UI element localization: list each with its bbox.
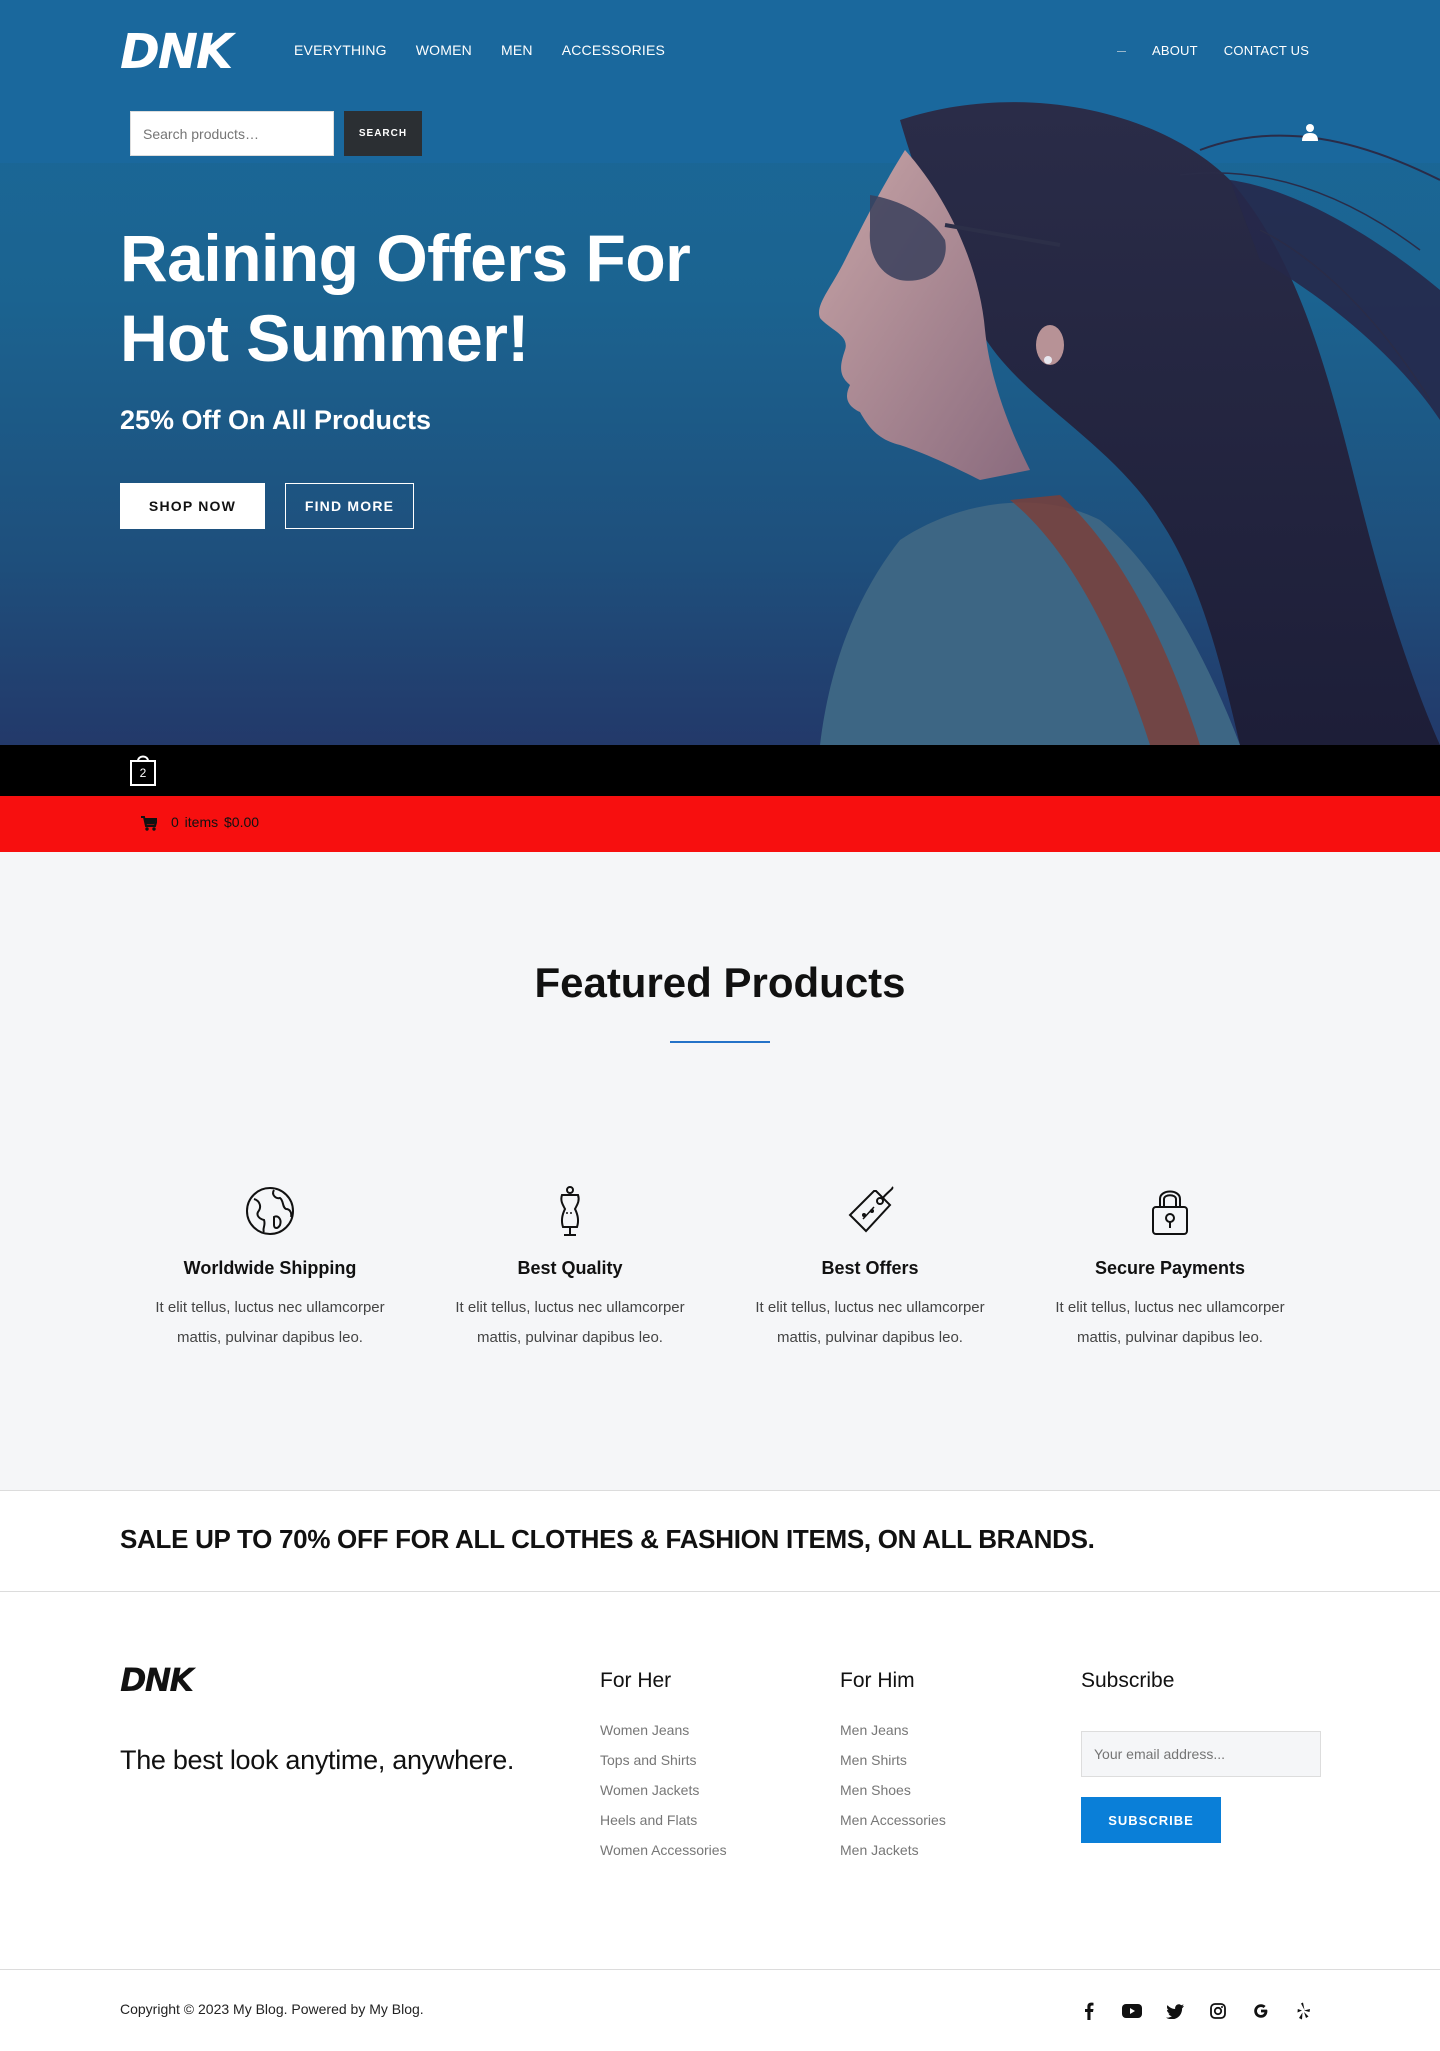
feature-text: It elit tellus, luctus nec ullamcorper m… [1055,1299,1285,1346]
cart-icon[interactable] [141,816,157,831]
footer-link[interactable]: Men Jackets [840,1835,946,1865]
shop-now-button[interactable]: SHOP NOW [120,483,265,529]
feature-title: Secure Payments [1094,1258,1246,1278]
nav-divider [1117,51,1126,52]
featured-title: Featured Products [534,959,906,1006]
mannequin-icon [560,1186,580,1236]
feature-title: Best Offers [821,1258,919,1278]
secondary-nav: ABOUT CONTACT US [1152,43,1309,58]
feature-card: Secure Payments It elit tellus, luctus n… [1020,1185,1320,1353]
hero-title: Raining Offers For Hot Summer! [120,221,691,375]
feature-card: Worldwide Shipping It elit tellus, luctu… [120,1185,420,1353]
hero-banner: DNK EVERYTHING WOMEN MEN ACCESSORIES ABO… [0,0,1440,745]
sale-text: SALE UP TO 70% OFF FOR ALL CLOTHES & FAS… [120,1524,1095,1554]
footer-col-title: Subscribe [1081,1669,1175,1692]
nav-contact[interactable]: CONTACT US [1224,43,1309,58]
search-input[interactable] [130,111,334,156]
footer-link[interactable]: Men Jeans [840,1715,946,1745]
footer-link[interactable]: Women Accessories [600,1835,727,1865]
hero-subtitle: 25% Off On All Products [120,405,432,435]
google-icon[interactable] [1249,2001,1273,2021]
footer-link[interactable]: Women Jackets [600,1775,727,1805]
footer-link[interactable]: Men Accessories [840,1805,946,1835]
footer-link[interactable]: Men Shirts [840,1745,946,1775]
social-links [1077,2001,1316,2021]
site-logo[interactable]: DNK [120,26,233,78]
feature-text: It elit tellus, luctus nec ullamcorper m… [755,1299,985,1346]
cart-count-badge: 2 [139,766,147,780]
globe-icon [246,1187,294,1235]
footer-col-for-him: For Him Men Jeans Men Shirts Men Shoes M… [840,1669,946,1865]
nav-about[interactable]: ABOUT [1152,43,1198,58]
subscribe-button[interactable]: SUBSCRIBE [1081,1797,1221,1843]
footer-link[interactable]: Men Shoes [840,1775,946,1805]
mini-cart-bar [0,745,1440,796]
user-icon[interactable] [1301,123,1319,141]
feature-card: Best Offers It elit tellus, luctus nec u… [720,1185,1020,1353]
nav-accessories[interactable]: ACCESSORIES [562,42,665,58]
search-button[interactable]: SEARCH [344,111,422,156]
footer-col-title: For Her [600,1669,672,1692]
copyright-text: Copyright © 2023 My Blog. Powered by My … [120,2001,424,2017]
footer-link[interactable]: Women Jeans [600,1715,727,1745]
footer-logo[interactable]: DNK [120,1661,194,1699]
yelp-icon[interactable] [1292,2001,1316,2021]
footer-tagline: The best look anytime, anywhere. [120,1745,515,1775]
title-underline [670,1041,770,1043]
price-tag-icon [848,1186,894,1233]
feature-title: Worldwide Shipping [183,1258,357,1278]
feature-text: It elit tellus, luctus nec ullamcorper m… [455,1299,685,1346]
youtube-icon[interactable] [1120,2001,1144,2021]
feature-card: Best Quality It elit tellus, luctus nec … [420,1185,720,1353]
nav-everything[interactable]: EVERYTHING [294,42,387,58]
footer-link[interactable]: Tops and Shirts [600,1745,727,1775]
footer-divider [0,1969,1440,1970]
feature-title: Best Quality [517,1258,623,1278]
main-nav: EVERYTHING WOMEN MEN ACCESSORIES [294,42,665,58]
twitter-icon[interactable] [1163,2001,1187,2021]
padlock-icon [1152,1190,1188,1235]
footer-col-title: For Him [840,1669,915,1692]
sale-banner: SALE UP TO 70% OFF FOR ALL CLOTHES & FAS… [0,1491,1440,1592]
email-field[interactable] [1081,1731,1321,1777]
facebook-icon[interactable] [1077,2001,1101,2021]
find-more-button[interactable]: FIND MORE [285,483,414,529]
footer-col-for-her: For Her Women Jeans Tops and Shirts Wome… [600,1669,727,1865]
footer-link[interactable]: Heels and Flats [600,1805,727,1835]
cart-summary-text[interactable]: 0 items $0.00 [171,814,259,830]
footer-col-subscribe: Subscribe [1081,1669,1174,1715]
feature-text: It elit tellus, luctus nec ullamcorper m… [155,1299,385,1346]
nav-men[interactable]: MEN [501,42,533,58]
instagram-icon[interactable] [1206,2001,1230,2021]
nav-women[interactable]: WOMEN [416,42,472,58]
featured-section: Featured Products Worldwide Shipping It … [0,852,1440,1491]
